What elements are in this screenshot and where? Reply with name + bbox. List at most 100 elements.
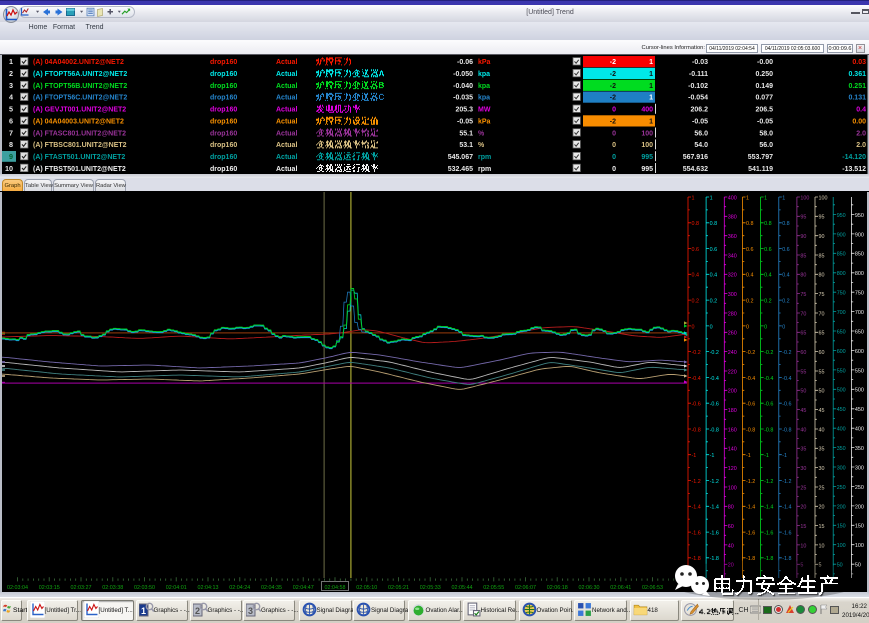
svg-text:-1.4: -1.4	[746, 505, 755, 511]
svg-text:-0.4: -0.4	[710, 376, 719, 382]
svg-text:02:05:10: 02:05:10	[356, 585, 377, 591]
svg-text:1: 1	[764, 195, 767, 201]
svg-text:(A) FTOPT56B.UNIT2@NET2: (A) FTOPT56B.UNIT2@NET2	[33, 83, 127, 90]
svg-text:02:03:38: 02:03:38	[102, 585, 123, 591]
svg-text:0.2: 0.2	[710, 299, 718, 305]
svg-text:-2: -2	[610, 71, 616, 78]
svg-text:54.0: 54.0	[694, 142, 708, 149]
svg-text:200: 200	[837, 504, 846, 510]
svg-text:0.2: 0.2	[782, 299, 790, 305]
svg-text:75: 75	[800, 292, 806, 298]
svg-text:-1.2: -1.2	[782, 479, 791, 485]
svg-text:400: 400	[837, 427, 846, 433]
svg-text:-0.06: -0.06	[457, 59, 473, 66]
svg-text:532.465: 532.465	[448, 166, 473, 173]
svg-text:1: 1	[649, 83, 653, 90]
svg-text:(A) FTBSC801.UNIT2@NET2: (A) FTBSC801.UNIT2@NET2	[33, 142, 127, 149]
svg-text:-0.054: -0.054	[688, 95, 708, 102]
svg-text:53.1: 53.1	[459, 142, 473, 149]
svg-text:150: 150	[837, 524, 846, 530]
svg-text:Actual: Actual	[276, 83, 297, 90]
svg-text:240: 240	[728, 350, 737, 356]
svg-text:02:05:55: 02:05:55	[483, 585, 504, 591]
svg-text:100: 100	[641, 142, 653, 149]
svg-text:0.2: 0.2	[692, 299, 700, 305]
svg-text:0.4: 0.4	[764, 273, 772, 279]
svg-text:-1: -1	[764, 453, 769, 459]
svg-text:65: 65	[800, 331, 806, 337]
svg-text:-0.05: -0.05	[757, 119, 773, 126]
svg-text:56.0: 56.0	[759, 142, 773, 149]
svg-text:550: 550	[855, 368, 864, 374]
svg-text:0.00: 0.00	[852, 119, 866, 126]
svg-text:drop160: drop160	[210, 95, 237, 102]
svg-text:-0.6: -0.6	[746, 402, 755, 408]
svg-text:95: 95	[819, 215, 825, 221]
svg-text:300: 300	[837, 465, 846, 471]
svg-text:02:04:35: 02:04:35	[261, 585, 282, 591]
svg-text:(A) FTBST501.UNIT2@NET2: (A) FTBST501.UNIT2@NET2	[33, 166, 126, 173]
svg-text:10: 10	[5, 164, 13, 173]
svg-text:-0.8: -0.8	[710, 427, 719, 433]
svg-text:9: 9	[9, 152, 13, 161]
svg-text:drop160: drop160	[210, 107, 237, 114]
svg-text:-0.102: -0.102	[688, 83, 708, 90]
svg-text:800: 800	[837, 271, 846, 277]
svg-text:320: 320	[728, 273, 737, 279]
svg-text:140: 140	[728, 447, 737, 453]
svg-text:0: 0	[612, 166, 616, 173]
svg-text:55: 55	[819, 369, 825, 375]
svg-text:206.5: 206.5	[755, 107, 773, 114]
svg-text:350: 350	[855, 446, 864, 452]
svg-text:70: 70	[800, 311, 806, 317]
svg-text:-1: -1	[710, 453, 715, 459]
svg-text:02:06:30: 02:06:30	[579, 585, 600, 591]
svg-text:kpa: kpa	[478, 71, 490, 78]
svg-text:-2: -2	[610, 83, 616, 90]
svg-text:1: 1	[782, 195, 785, 201]
svg-text:-0.035: -0.035	[453, 95, 473, 102]
svg-text:40: 40	[728, 543, 734, 549]
svg-text:2.0: 2.0	[856, 142, 866, 149]
svg-text:(A) FTOPT56A.UNIT2@NET2: (A) FTOPT56A.UNIT2@NET2	[33, 71, 127, 78]
svg-text:2.0: 2.0	[856, 130, 866, 137]
svg-text:400: 400	[728, 195, 737, 201]
svg-text:0.077: 0.077	[755, 95, 773, 102]
svg-text:0.8: 0.8	[782, 221, 790, 227]
svg-text:-1.4: -1.4	[782, 505, 791, 511]
svg-text:-2: -2	[610, 59, 616, 66]
svg-text:180: 180	[728, 408, 737, 414]
svg-text:3: 3	[9, 81, 13, 90]
svg-text:-0.8: -0.8	[782, 427, 791, 433]
svg-text:500: 500	[837, 388, 846, 394]
svg-text:554.632: 554.632	[683, 166, 708, 173]
svg-text:02:03:27: 02:03:27	[71, 585, 92, 591]
svg-text:Actual: Actual	[276, 166, 297, 173]
svg-text:0.6: 0.6	[746, 247, 754, 253]
svg-text:0.4: 0.4	[782, 273, 790, 279]
svg-text:850: 850	[837, 252, 846, 258]
svg-text:1: 1	[649, 119, 653, 126]
svg-text:2: 2	[9, 69, 13, 78]
svg-text:%: %	[478, 142, 485, 149]
svg-text:60: 60	[728, 524, 734, 530]
svg-text:541.119: 541.119	[748, 166, 773, 173]
svg-text:-1.2: -1.2	[764, 479, 773, 485]
svg-text:380: 380	[728, 215, 737, 221]
svg-text:55: 55	[800, 369, 806, 375]
svg-text:Actual: Actual	[276, 154, 297, 161]
svg-text:340: 340	[728, 253, 737, 259]
svg-text:650: 650	[855, 329, 864, 335]
svg-text:-1.6: -1.6	[746, 531, 755, 537]
svg-text:1: 1	[9, 57, 13, 66]
svg-text:02:03:15: 02:03:15	[39, 585, 60, 591]
svg-text:545.067: 545.067	[448, 154, 473, 161]
svg-text:-0.4: -0.4	[692, 376, 701, 382]
svg-text:65: 65	[819, 331, 825, 337]
svg-text:-2: -2	[610, 95, 616, 102]
svg-text:25: 25	[800, 485, 806, 491]
svg-text:0.4: 0.4	[710, 273, 718, 279]
svg-text:0: 0	[746, 324, 749, 330]
svg-text:drop160: drop160	[210, 130, 237, 137]
svg-text:3: 3	[248, 606, 253, 616]
